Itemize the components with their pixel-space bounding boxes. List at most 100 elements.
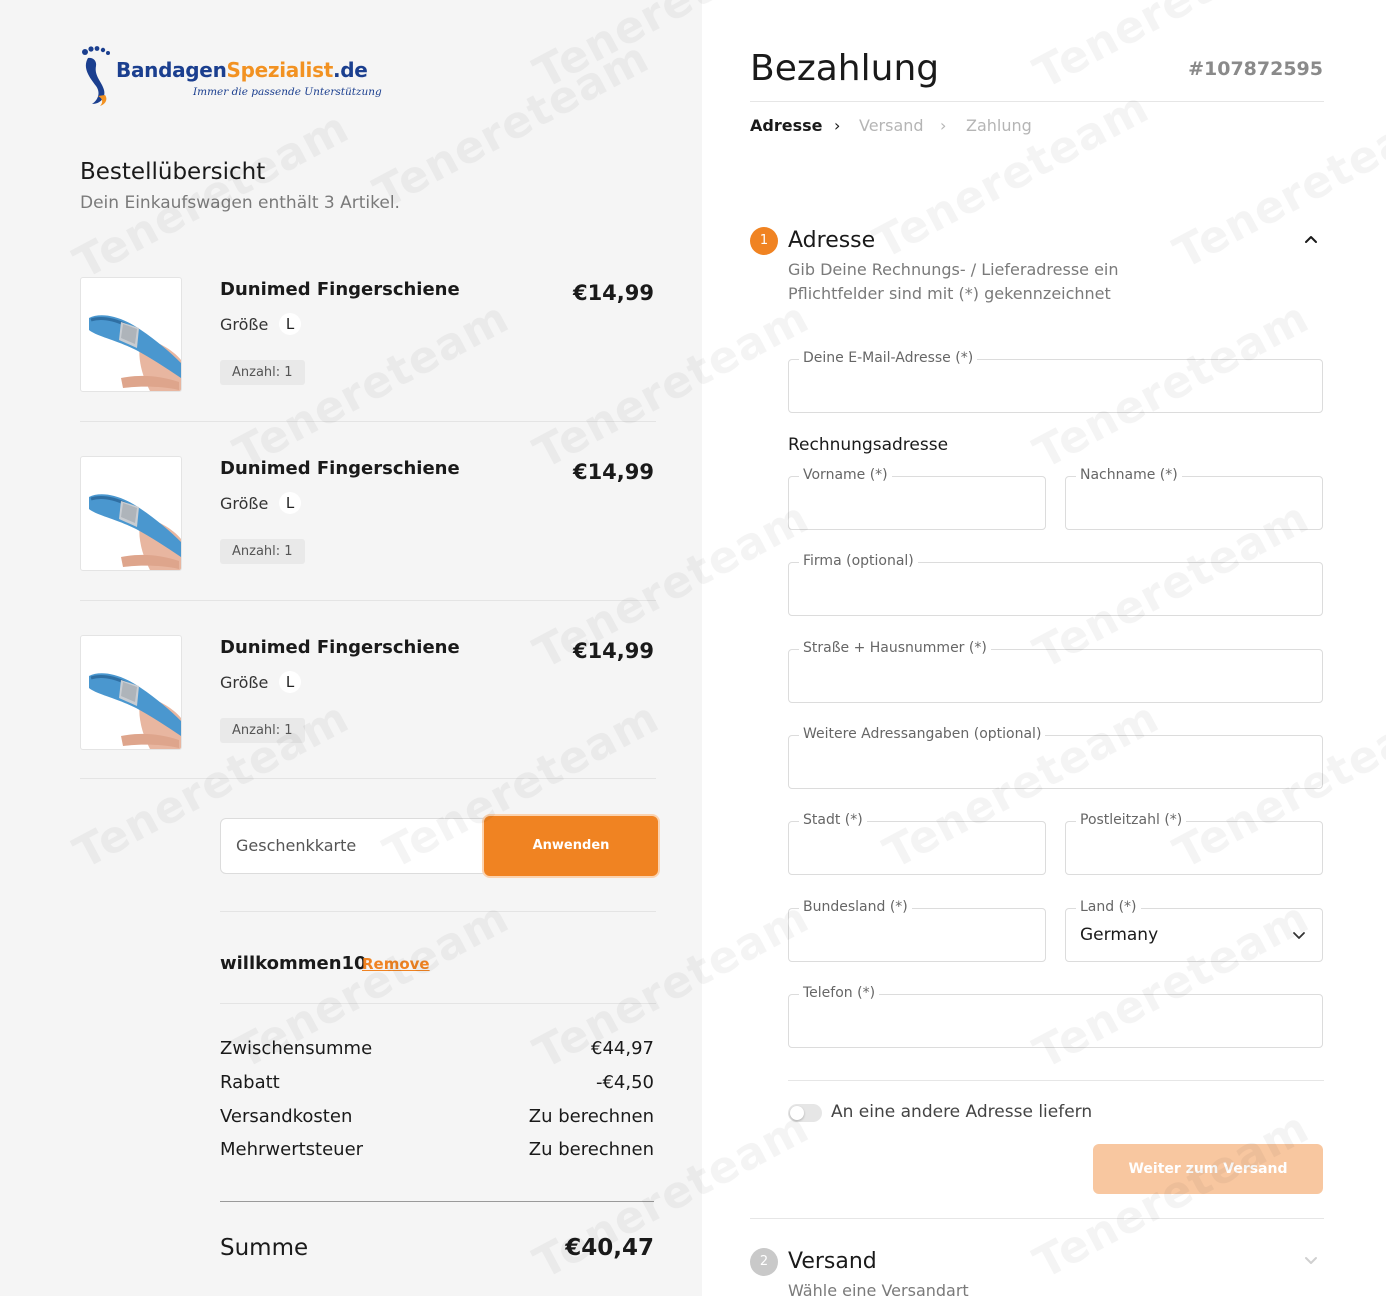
toggle-knob [790,1106,804,1120]
city-field-label: Stadt (*) [799,812,867,828]
item-size-label: Größe [220,315,269,334]
cart-item: Dunimed Fingerschiene €14,99 Größe L Anz… [80,635,656,781]
street-field[interactable]: Straße + Hausnummer (*) [788,640,1323,703]
discount-value: -€4,50 [595,1072,654,1093]
step-title-address[interactable]: Adresse [788,228,875,253]
divider [80,421,656,422]
country-select-value: Germany [1080,925,1159,945]
remove-coupon-link[interactable]: Remove [362,955,430,973]
breadcrumb-payment: Zahlung [966,116,1032,135]
breadcrumb-shipping: Versand [859,116,924,135]
chevron-down-icon [1293,932,1305,939]
divider [80,778,656,779]
item-quantity: Anzahl: 1 [220,539,305,564]
company-field[interactable]: Firma (optional) [788,553,1323,616]
item-quantity: Anzahl: 1 [220,360,305,385]
giftcard-input[interactable]: Geschenkkarte [220,818,490,874]
billing-address-heading: Rechnungsadresse [788,435,949,455]
brand-tagline: Immer die passende Unterstützung [193,86,382,98]
item-quantity: Anzahl: 1 [220,718,305,743]
ship-elsewhere-label[interactable]: An eine andere Adresse liefern [831,1102,1092,1122]
total-divider [220,1201,654,1202]
divider [220,911,656,912]
item-size-label: Größe [220,673,269,692]
shipping-cost-row: Versandkosten Zu berechnen [220,1106,654,1132]
tax-label: Mehrwertsteuer [220,1139,364,1160]
shipping-cost-value: Zu berechnen [528,1106,654,1127]
divider [750,101,1324,102]
continue-to-shipping-button[interactable]: Weiter zum Versand [1093,1144,1323,1194]
product-image [80,277,182,392]
foot-logo-icon [82,46,110,106]
order-summary-panel: BandagenSpezialist.de Immer die passende… [0,0,702,1296]
lastname-field[interactable]: Nachname (*) [1065,467,1323,530]
country-select[interactable]: Land (*) Germany [1065,899,1323,962]
item-size-label: Größe [220,494,269,513]
order-summary-title: Bestellübersicht [80,159,266,185]
email-field-label: Deine E-Mail-Adresse (*) [799,350,978,366]
ship-elsewhere-toggle[interactable] [788,1104,822,1122]
email-field[interactable]: Deine E-Mail-Adresse (*) [788,350,1323,413]
store-logo[interactable]: BandagenSpezialist.de Immer die passende… [80,46,382,110]
phone-field[interactable]: Telefon (*) [788,985,1323,1048]
total-label: Summe [220,1235,309,1261]
address2-field[interactable]: Weitere Adressangaben (optional) [788,726,1323,789]
tax-row: Mehrwertsteuer Zu berechnen [220,1139,654,1165]
cart-item: Dunimed Fingerschiene €14,99 Größe L Anz… [80,456,656,602]
item-price: €14,99 [572,281,654,305]
order-number: #107872595 [1188,58,1323,80]
phone-field-label: Telefon (*) [799,985,880,1001]
street-field-label: Straße + Hausnummer (*) [799,640,991,656]
item-price: €14,99 [572,639,654,663]
product-image [80,635,182,750]
divider [220,1003,656,1004]
required-fields-hint: Pflichtfelder sind mit (*) gekennzeichne… [788,284,1111,303]
item-name: Dunimed Fingerschiene [220,637,460,658]
cart-item: Dunimed Fingerschiene €14,99 Größe L Anz… [80,277,656,423]
shipping-cost-label: Versandkosten [220,1106,353,1127]
checkout-panel: Bezahlung #107872595 Adresse › Versand ›… [702,0,1386,1296]
item-name: Dunimed Fingerschiene [220,458,460,479]
finger-splint-icon [89,673,181,749]
brand-name: BandagenSpezialist.de [116,58,368,82]
finger-splint-icon [89,494,181,570]
page-title: Bezahlung [750,48,940,89]
item-price: €14,99 [572,460,654,484]
breadcrumb-separator: › [940,116,947,135]
divider [80,600,656,601]
state-field[interactable]: Bundesland (*) [788,899,1046,962]
breadcrumb-address[interactable]: Adresse [750,116,822,135]
state-field-label: Bundesland (*) [799,899,912,915]
country-select-label: Land (*) [1076,899,1141,915]
city-field[interactable]: Stadt (*) [788,812,1046,875]
subtotal-label: Zwischensumme [220,1038,373,1059]
product-image [80,456,182,571]
divider [788,1080,1324,1081]
total-value: €40,47 [565,1235,654,1261]
step-description: Wähle eine Versandart [788,1281,969,1296]
finger-splint-icon [89,315,181,391]
giftcard-form: Geschenkkarte Anwenden [220,816,658,876]
chevron-down-icon[interactable] [1303,1252,1319,1268]
firstname-field[interactable]: Vorname (*) [788,467,1046,530]
tax-value: Zu berechnen [528,1139,654,1160]
coupon-code: willkommen10 [220,953,367,974]
divider [750,1218,1324,1219]
item-size-value: L [279,671,301,693]
discount-row: Rabatt -€4,50 [220,1072,654,1098]
item-name: Dunimed Fingerschiene [220,279,460,300]
step-number-badge: 2 [750,1248,778,1276]
address2-field-label: Weitere Adressangaben (optional) [799,726,1046,742]
item-size-value: L [279,492,301,514]
company-field-label: Firma (optional) [799,553,918,569]
discount-label: Rabatt [220,1072,280,1093]
step-description: Gib Deine Rechnungs- / Lieferadresse ein [788,260,1119,279]
zip-field[interactable]: Postleitzahl (*) [1065,812,1323,875]
item-size-value: L [279,313,301,335]
step-title-shipping[interactable]: Versand [788,1249,877,1274]
apply-giftcard-button[interactable]: Anwenden [484,816,658,876]
firstname-field-label: Vorname (*) [799,467,892,483]
breadcrumb-separator: › [834,116,841,135]
chevron-up-icon[interactable] [1303,231,1319,247]
cart-count-text: Dein Einkaufswagen enthält 3 Artikel. [80,193,400,213]
